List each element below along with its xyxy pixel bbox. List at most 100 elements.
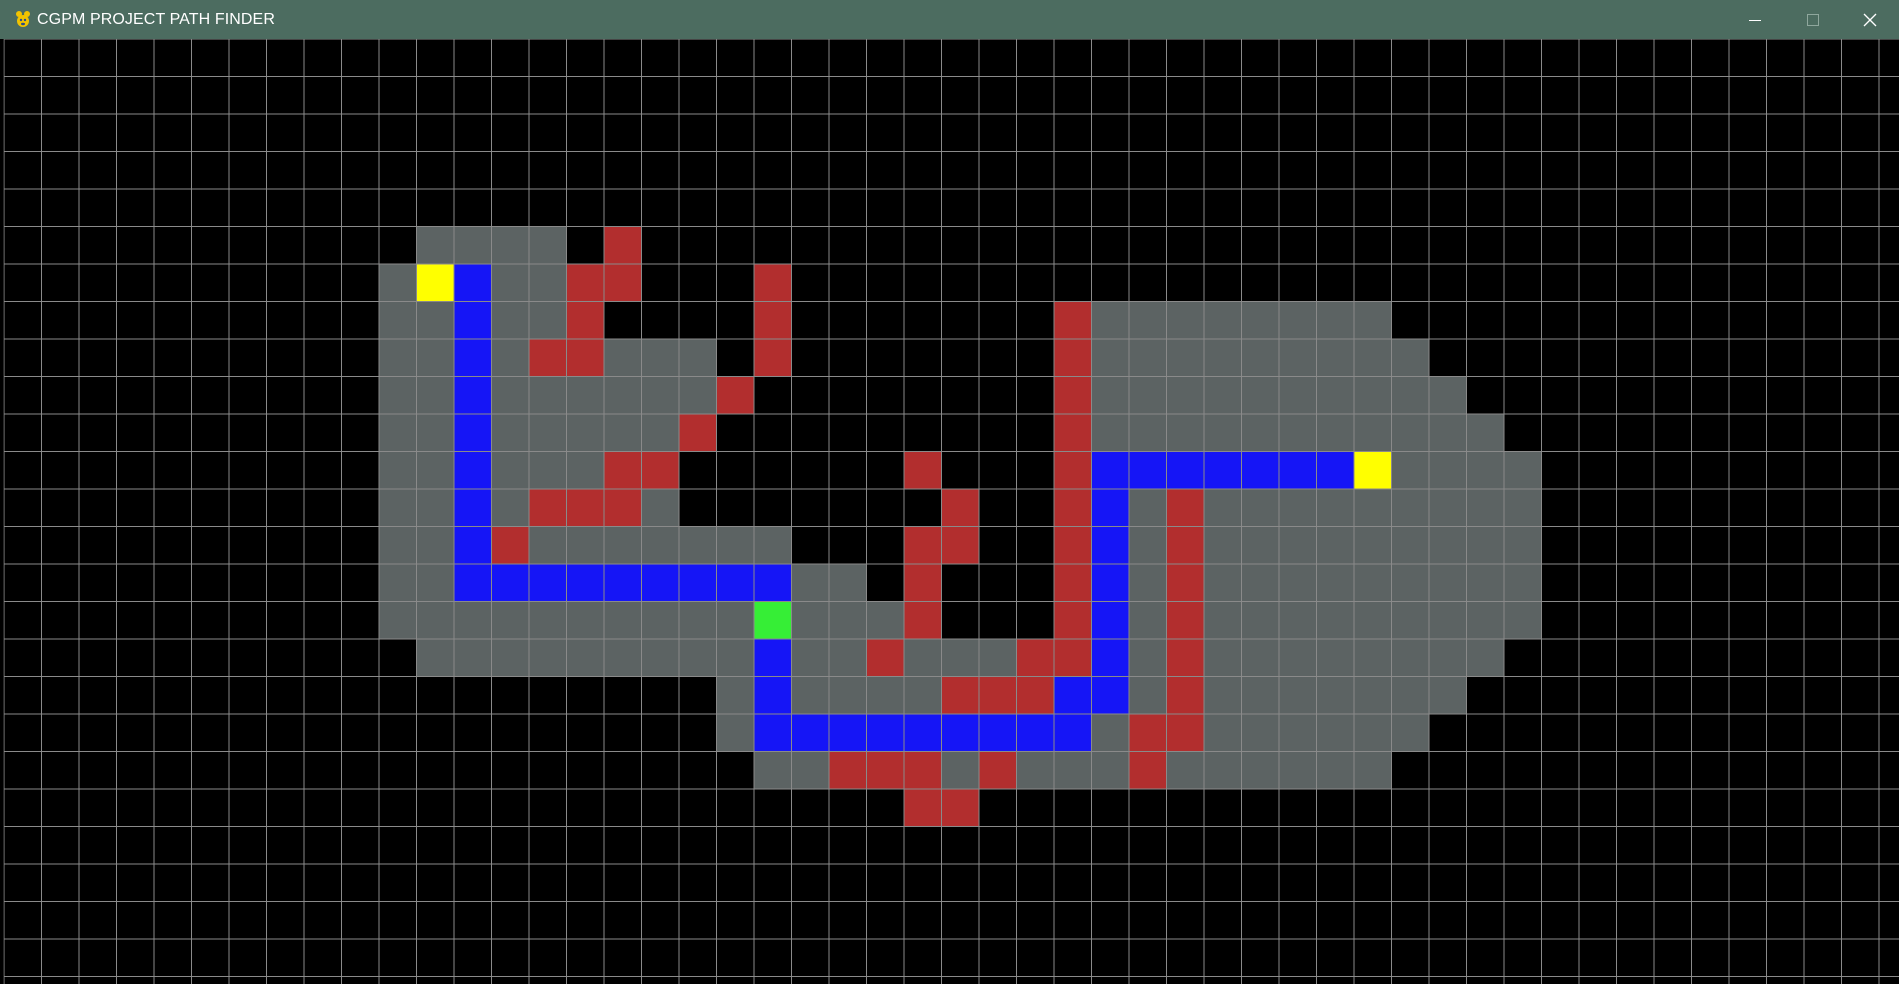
cell-closed[interactable] [829, 564, 867, 602]
cell-closed[interactable] [1391, 714, 1430, 752]
cell-closed[interactable] [1466, 639, 1505, 677]
cell-barrier[interactable] [1016, 676, 1055, 715]
cell-closed[interactable] [604, 414, 642, 452]
cell-closed[interactable] [1316, 376, 1355, 415]
cell-path[interactable] [754, 714, 792, 752]
cell-path[interactable] [941, 714, 980, 752]
cell-closed[interactable] [1429, 639, 1467, 677]
cell-closed[interactable] [1241, 376, 1280, 415]
cell-closed[interactable] [1091, 751, 1130, 790]
cell-closed[interactable] [566, 451, 605, 490]
cell-closed[interactable] [1204, 751, 1242, 790]
cell-closed[interactable] [641, 339, 680, 377]
cell-barrier[interactable] [1054, 414, 1092, 452]
cell-closed[interactable] [1354, 376, 1392, 415]
cell-closed[interactable] [1204, 301, 1242, 340]
cell-closed[interactable] [1391, 601, 1430, 640]
cell-path[interactable] [754, 639, 792, 677]
cell-closed[interactable] [1129, 414, 1167, 452]
cell-closed[interactable] [641, 601, 680, 640]
cell-closed[interactable] [1504, 489, 1542, 527]
cell-barrier[interactable] [1054, 564, 1092, 602]
cell-closed[interactable] [491, 451, 530, 490]
cell-closed[interactable] [529, 451, 567, 490]
cell-closed[interactable] [1016, 751, 1055, 790]
cell-closed[interactable] [679, 639, 717, 677]
cell-closed[interactable] [491, 601, 530, 640]
cell-closed[interactable] [1204, 376, 1242, 415]
cell-path[interactable] [454, 526, 492, 565]
cell-barrier[interactable] [604, 226, 642, 265]
cell-path[interactable] [454, 489, 492, 527]
cell-barrier[interactable] [1166, 676, 1205, 715]
cell-closed[interactable] [604, 601, 642, 640]
cell-closed[interactable] [1129, 601, 1167, 640]
cell-closed[interactable] [1204, 676, 1242, 715]
cell-closed[interactable] [1504, 601, 1542, 640]
cell-closed[interactable] [1166, 376, 1205, 415]
cell-closed[interactable] [416, 339, 455, 377]
pathfinder-grid-canvas[interactable] [3, 39, 1899, 984]
cell-closed[interactable] [1316, 301, 1355, 340]
cell-closed[interactable] [1204, 714, 1242, 752]
cell-closed[interactable] [1354, 714, 1392, 752]
cell-closed[interactable] [641, 414, 680, 452]
cell-closed[interactable] [1241, 301, 1280, 340]
cell-closed[interactable] [1129, 526, 1167, 565]
cell-closed[interactable] [566, 526, 605, 565]
cell-closed[interactable] [829, 601, 867, 640]
cell-closed[interactable] [1429, 601, 1467, 640]
cell-path[interactable] [1054, 714, 1092, 752]
cell-closed[interactable] [1429, 526, 1467, 565]
cell-closed[interactable] [1429, 564, 1467, 602]
cell-closed[interactable] [1354, 526, 1392, 565]
cell-closed[interactable] [1391, 451, 1430, 490]
cell-path[interactable] [754, 564, 792, 602]
cell-closed[interactable] [1091, 414, 1130, 452]
cell-closed[interactable] [791, 676, 830, 715]
cell-closed[interactable] [791, 601, 830, 640]
cell-path[interactable] [716, 564, 755, 602]
cell-closed[interactable] [379, 414, 417, 452]
cell-closed[interactable] [1391, 564, 1430, 602]
cell-path[interactable] [454, 564, 492, 602]
cell-path[interactable] [1279, 451, 1317, 490]
cell-barrier[interactable] [1054, 339, 1092, 377]
cell-closed[interactable] [1504, 526, 1542, 565]
cell-closed[interactable] [679, 376, 717, 415]
cell-path[interactable] [454, 339, 492, 377]
cell-closed[interactable] [491, 226, 530, 265]
cell-closed[interactable] [1316, 601, 1355, 640]
cell-closed[interactable] [754, 526, 792, 565]
cell-barrier[interactable] [904, 789, 942, 827]
cell-path[interactable] [1091, 676, 1130, 715]
cell-closed[interactable] [1391, 414, 1430, 452]
cell-barrier[interactable] [566, 264, 605, 302]
cell-closed[interactable] [1091, 376, 1130, 415]
cell-closed[interactable] [416, 414, 455, 452]
cell-barrier[interactable] [904, 751, 942, 790]
cell-closed[interactable] [791, 564, 830, 602]
cell-closed[interactable] [1316, 414, 1355, 452]
cell-closed[interactable] [416, 451, 455, 490]
cell-closed[interactable] [491, 414, 530, 452]
cell-closed[interactable] [754, 751, 792, 790]
cell-closed[interactable] [1316, 564, 1355, 602]
cell-closed[interactable] [1091, 714, 1130, 752]
cell-closed[interactable] [416, 301, 455, 340]
cell-barrier[interactable] [1166, 564, 1205, 602]
cell-closed[interactable] [491, 489, 530, 527]
cell-closed[interactable] [941, 751, 980, 790]
cell-closed[interactable] [529, 376, 567, 415]
cell-closed[interactable] [1354, 489, 1392, 527]
cell-end[interactable] [1354, 451, 1392, 490]
cell-closed[interactable] [941, 639, 980, 677]
cell-closed[interactable] [1429, 376, 1467, 415]
cell-path[interactable] [1091, 451, 1130, 490]
cell-closed[interactable] [529, 301, 567, 340]
cell-closed[interactable] [1204, 639, 1242, 677]
cell-barrier[interactable] [566, 301, 605, 340]
cell-barrier[interactable] [904, 451, 942, 490]
cell-closed[interactable] [1204, 526, 1242, 565]
cell-barrier[interactable] [1129, 751, 1167, 790]
